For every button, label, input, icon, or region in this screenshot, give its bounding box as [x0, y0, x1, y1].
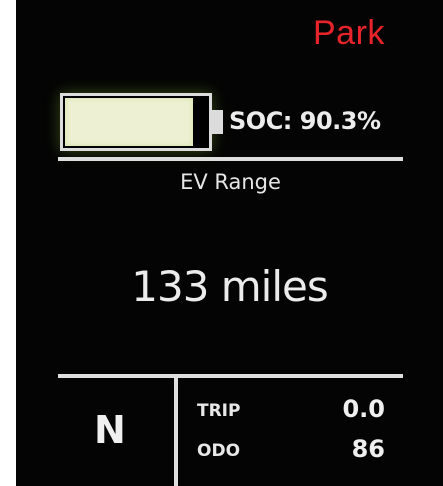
battery-terminal-icon [212, 110, 223, 134]
ev-range-title: EV Range [180, 170, 281, 194]
state-of-charge-label: SOC: 90.3% [229, 107, 381, 135]
drive-mode-indicator: Park [313, 14, 385, 52]
trip-label: TRIP [197, 401, 241, 421]
ev-range-value: 133 miles [131, 262, 329, 311]
gear-indicator: N [94, 408, 126, 452]
odo-value: 86 [351, 435, 385, 463]
trip-value: 0.0 [342, 395, 385, 423]
top-divider [58, 157, 403, 161]
odo-label: ODO [197, 441, 241, 461]
battery-level-fill [65, 98, 193, 146]
instrument-screen: Park SOC: 90.3% EV Range 133 miles N TRI… [16, 0, 443, 486]
battery-icon [60, 93, 212, 151]
vertical-divider [174, 378, 178, 486]
bottom-divider [58, 374, 403, 378]
display-frame: Park SOC: 90.3% EV Range 133 miles N TRI… [0, 0, 443, 486]
